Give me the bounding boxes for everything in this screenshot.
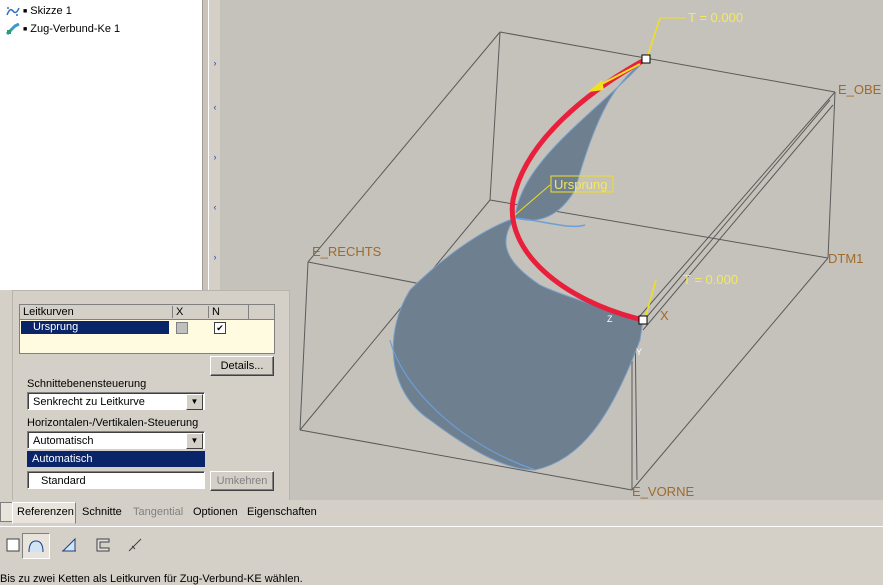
collapse-arrow-icon[interactable]: ‹ [210,202,220,212]
table-row[interactable]: Ursprung [21,321,169,334]
sketch-icon [6,7,20,16]
dashboard-tabbar: Referenzen Schnitte Tangential Optionen … [0,500,883,526]
tab-tangency[interactable]: Tangential [133,506,183,518]
cut-icon[interactable] [56,533,82,557]
collapse-arrow-icon[interactable]: ‹ [210,102,220,112]
model-tree: ■ Skizze 1 ■ Zug-Verbund-Ke 1 [0,0,202,290]
graphics-viewport[interactable]: T = 0.000 T = 0.000 Ursprung E_OBE E_REC… [220,0,883,500]
standard-field-value: Standard [41,475,86,487]
column-header[interactable]: N [208,306,248,318]
section-control-dropdown[interactable]: Senkrecht zu Leitkurve ▼ [27,392,205,410]
dropdown-option-selected[interactable]: Automatisch [27,451,205,467]
tab-options[interactable]: Optionen [193,506,238,518]
surface-icon[interactable] [22,533,50,559]
column-header[interactable]: X [172,306,212,318]
end-point-handle[interactable] [638,315,648,325]
dashboard-toolbar [0,526,883,564]
details-button[interactable]: Details... [210,356,274,376]
datum-plane-top[interactable]: E_OBE [838,82,882,97]
status-bar: Bis zu zwei Ketten als Leitkurven für Zu… [0,563,883,585]
tree-item-label: Zug-Verbund-Ke 1 [30,23,121,35]
chevron-down-icon[interactable]: ▼ [186,394,203,410]
tree-item-label: Skizze 1 [30,5,72,17]
chevron-down-icon[interactable]: ▼ [186,433,203,449]
flip-button[interactable]: Umkehren [210,471,274,491]
tab-sections[interactable]: Schnitte [82,506,122,518]
blend-feature-icon [6,23,20,35]
y-axis-label: Y [636,347,642,357]
tab-references[interactable]: Referenzen [17,506,74,518]
datum-dtm1[interactable]: DTM1 [828,251,863,266]
datum-plane-front[interactable]: E_VORNE [632,484,694,499]
collapse-arrow-icon[interactable]: › [210,58,220,68]
n-checkbox[interactable]: ✔ [214,322,226,334]
column-header[interactable]: Leitkurven [23,306,74,318]
thicken-icon[interactable] [90,533,116,557]
trajectory-table[interactable]: Leitkurven X N Ursprung ✔ [19,304,275,354]
collapse-arrow-icon[interactable]: › [210,152,220,162]
tree-item-blend[interactable]: ■ Zug-Verbund-Ke 1 [6,21,120,37]
x-axis-label: X [660,308,669,323]
origin-label[interactable]: Ursprung [554,177,607,192]
datum-plane-right[interactable]: E_RECHTS [312,244,382,259]
row-name: Ursprung [33,321,79,333]
dropdown-value: Automatisch [33,435,94,447]
line-icon[interactable] [122,533,148,557]
dropdown-value: Senkrecht zu Leitkurve [33,396,145,408]
x-checkbox[interactable] [176,322,188,334]
z-axis-label: Z [607,314,613,324]
t-parameter-bottom: T = 0.000 [683,272,738,287]
collapse-arrow-icon[interactable]: › [210,252,220,262]
hv-control-label: Horizontalen-/Vertikalen-Steuerung [27,417,199,429]
tab-properties[interactable]: Eigenschaften [247,506,317,518]
section-control-label: Schnittebenensteuerung [27,378,147,390]
t-parameter-top: T = 0.000 [688,10,743,25]
hv-control-dropdown[interactable]: Automatisch ▼ [27,431,205,449]
standard-field[interactable]: Standard [27,471,205,489]
tree-item-sketch[interactable]: ■ Skizze 1 [6,3,72,19]
references-panel: Leitkurven X N Ursprung ✔ Details... Sch… [12,290,290,502]
start-point-handle[interactable] [641,54,651,64]
status-message: Bis zu zwei Ketten als Leitkurven für Zu… [0,573,303,585]
